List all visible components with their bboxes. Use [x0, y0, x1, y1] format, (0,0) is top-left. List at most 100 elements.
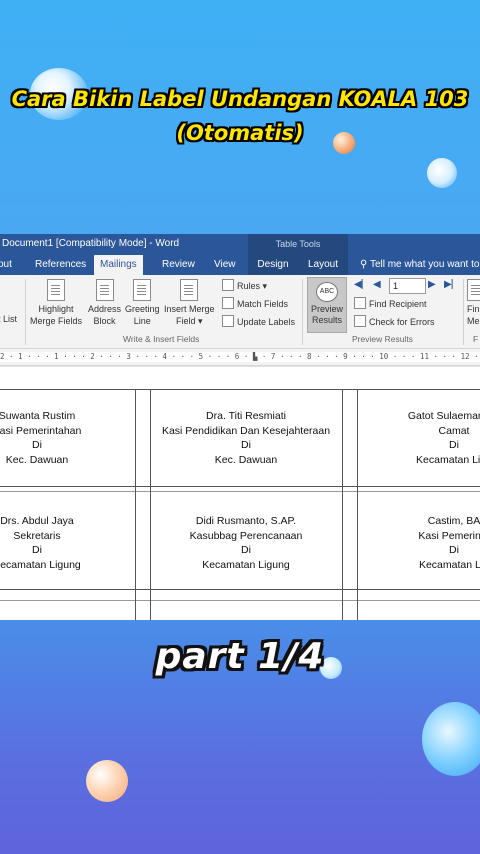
- label-position: Kasi Pemerintahan: [0, 424, 82, 437]
- edit-recipient-list-button[interactable]: t List: [0, 279, 17, 325]
- group-label-write-insert: Write & Insert Fields: [123, 334, 200, 344]
- ribbon-tab-bar: out References Mailings Review View Desi…: [0, 255, 480, 275]
- record-number-input[interactable]: 1: [389, 278, 426, 294]
- table-border: [0, 600, 480, 601]
- label-name: Dra. Titi Resmiati: [206, 410, 286, 422]
- horizontal-ruler[interactable]: 2 · 1 · · · 1 · · · 2 · · · 3 · · · 4 · …: [0, 349, 480, 366]
- tab-references[interactable]: References: [35, 255, 86, 275]
- label-di: Di: [32, 544, 42, 556]
- tab-mailings[interactable]: Mailings: [94, 255, 143, 275]
- tab-review[interactable]: Review: [162, 255, 195, 275]
- table-border: [0, 389, 480, 390]
- decorative-bubble: [427, 158, 457, 188]
- rules-icon: [222, 279, 234, 291]
- label-di: Di: [32, 439, 42, 451]
- update-labels-button[interactable]: Update Labels: [222, 315, 295, 328]
- find-recipient-label: Find Recipient: [369, 299, 427, 309]
- label-address: Kecamatan Lig: [418, 558, 480, 571]
- label-address: Kec. Dawuan: [214, 453, 278, 466]
- find-recipient-icon: [354, 297, 366, 309]
- document-page[interactable]: Suwanta Rustim Kasi Pemerintahan Di Kec.…: [0, 366, 480, 620]
- chevron-down-icon: ▾: [260, 281, 268, 291]
- match-fields-icon: [222, 297, 234, 309]
- decorative-bubble: [86, 760, 128, 802]
- table-border: [357, 389, 358, 620]
- label-cell[interactable]: Dra. Titi Resmiati Kasi Pendidikan Dan K…: [150, 409, 342, 467]
- ruler-scale: 2 · 1 · · · 1 · · · 2 · · · 3 · · · 4 · …: [0, 352, 480, 362]
- label-di: Di: [449, 439, 459, 451]
- label-name: Castim, BA: [427, 515, 480, 527]
- ribbon-separator: [463, 279, 464, 345]
- label-cell[interactable]: Gatot Sulaeman AP Camat Di Kecamatan Lig…: [384, 409, 480, 467]
- rules-button[interactable]: Rules ▾: [222, 279, 267, 292]
- part-label: part 1/4: [155, 636, 325, 677]
- greeting-line-button[interactable]: Greeting Line: [125, 279, 160, 327]
- label-di: Di: [449, 544, 459, 556]
- check-errors-icon: [354, 315, 366, 327]
- preview-label-2: Results: [311, 315, 342, 325]
- group-label-preview-results: Preview Results: [352, 334, 413, 344]
- word-title-bar: Document1 [Compatibility Mode] - Word Ta…: [0, 234, 480, 255]
- finish-label-2: Me: [467, 316, 480, 326]
- recipient-list-icon: [0, 279, 17, 301]
- video-title: Cara Bikin Label Undangan KOALA 103 (Oto…: [0, 82, 480, 150]
- decorative-bubble: [422, 702, 480, 776]
- ribbon-separator: [302, 279, 303, 345]
- label-position: Sekretaris: [13, 529, 61, 542]
- tell-me-box[interactable]: ⚲ Tell me what you want to: [360, 255, 479, 275]
- address-label-2: Block: [93, 316, 116, 326]
- finish-label-1: Fin: [467, 304, 480, 314]
- mailings-ribbon: t List Highlight Merge Fields Address Bl…: [0, 275, 480, 349]
- update-labels-label: Update Labels: [237, 317, 296, 327]
- document-title: Document1 [Compatibility Mode] - Word: [2, 238, 180, 249]
- previous-record-icon[interactable]: ◀: [373, 279, 381, 290]
- tab-view[interactable]: View: [214, 255, 236, 275]
- label-name: Didi Rusmanto, S.AP.: [195, 515, 297, 527]
- match-fields-button[interactable]: Match Fields: [222, 297, 288, 310]
- tab-layout-page[interactable]: out: [0, 255, 12, 275]
- label-name: Suwanta Rustim: [0, 410, 76, 422]
- label-address: Kecamatan Ligu: [416, 453, 480, 466]
- table-border: [135, 389, 136, 620]
- tab-table-layout[interactable]: Layout: [298, 255, 348, 275]
- label-position: Kasi Pendidikan Dan Kesejahteraan: [161, 424, 331, 437]
- highlight-merge-fields-button[interactable]: Highlight Merge Fields: [30, 279, 82, 327]
- word-window: Document1 [Compatibility Mode] - Word Ta…: [0, 234, 480, 620]
- lightbulb-icon: ⚲: [360, 259, 368, 270]
- table-border: [0, 589, 480, 590]
- label-cell[interactable]: Didi Rusmanto, S.AP. Kasubbag Perencanaa…: [150, 514, 342, 572]
- greeting-label-1: Greeting: [125, 304, 160, 314]
- next-record-icon[interactable]: ▶: [428, 279, 436, 290]
- preview-label-1: Preview: [310, 304, 343, 314]
- tab-design[interactable]: Design: [248, 255, 298, 275]
- label-name: Drs. Abdul Jaya: [0, 515, 74, 527]
- insert-merge-field-button[interactable]: Insert Merge Field ▾: [164, 279, 215, 327]
- label-cell[interactable]: Drs. Abdul Jaya Sekretaris Di Kecamatan …: [0, 514, 107, 572]
- video-title-line-1: Cara Bikin Label Undangan KOALA 103: [11, 87, 469, 111]
- update-labels-icon: [222, 315, 234, 327]
- address-block-button[interactable]: Address Block: [88, 279, 121, 327]
- match-fields-label: Match Fields: [237, 299, 289, 309]
- insert-merge-field-icon: [180, 279, 199, 301]
- label-di: Di: [241, 544, 251, 556]
- rules-label: Rules: [237, 281, 261, 291]
- table-tools-label: Table Tools: [248, 234, 348, 255]
- last-record-icon[interactable]: ▶⎸: [444, 279, 462, 290]
- table-border: [0, 491, 480, 492]
- finish-merge-button[interactable]: Fin Me: [467, 279, 480, 327]
- label-cell[interactable]: Suwanta Rustim Kasi Pemerintahan Di Kec.…: [0, 409, 107, 467]
- preview-magnifier-icon: ABC: [316, 282, 338, 302]
- chevron-down-icon: ▾: [195, 316, 203, 326]
- label-di: Di: [241, 439, 251, 451]
- label-address: Kecamatan Ligung: [0, 558, 81, 571]
- tell-me-text: Tell me what you want to: [369, 259, 480, 270]
- finish-merge-icon: [467, 279, 480, 301]
- find-recipient-button[interactable]: Find Recipient: [354, 297, 427, 310]
- first-record-icon[interactable]: ◀⎸: [354, 279, 372, 290]
- label-address: Kec. Dawuan: [5, 453, 69, 466]
- highlight-label-1: Highlight: [38, 304, 74, 314]
- edit-list-label: t List: [0, 314, 18, 324]
- label-cell[interactable]: Castim, BA Kasi Pemerinta Di Kecamatan L…: [384, 514, 480, 572]
- preview-results-button[interactable]: ABC Preview Results: [307, 277, 347, 333]
- check-errors-button[interactable]: Check for Errors: [354, 315, 435, 328]
